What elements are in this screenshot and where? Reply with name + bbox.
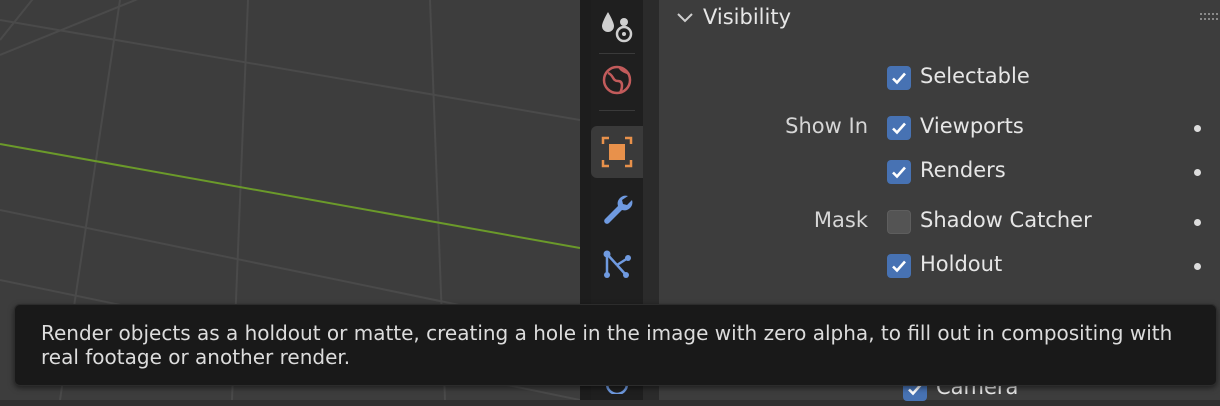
show-in-label: Show In bbox=[785, 114, 868, 138]
mask-label: Mask bbox=[813, 208, 868, 232]
tab-particle-system[interactable] bbox=[591, 238, 643, 290]
world-icon bbox=[602, 65, 632, 95]
object-icon bbox=[601, 136, 633, 168]
shadow-catcher-checkbox[interactable] bbox=[887, 210, 911, 234]
checkmark-icon bbox=[892, 260, 906, 273]
tooltip-text: Render objects as a holdout or matte, cr… bbox=[41, 321, 1173, 369]
particle-system-icon bbox=[603, 250, 631, 278]
tab-particles[interactable] bbox=[591, 0, 643, 52]
selectable-checkbox[interactable] bbox=[887, 66, 911, 90]
renders-checkbox[interactable] bbox=[887, 160, 911, 184]
visibility-panel-header[interactable]: Visibility bbox=[659, 0, 1220, 38]
keyframe-dot-icon[interactable] bbox=[1194, 219, 1201, 226]
holdout-tooltip: Render objects as a holdout or matte, cr… bbox=[14, 304, 1217, 386]
holdout-label[interactable]: Holdout bbox=[920, 252, 1002, 276]
show-in-viewports-row: Show In Viewports bbox=[659, 111, 1220, 145]
modifier-wrench-icon bbox=[604, 195, 633, 224]
shadow-catcher-label[interactable]: Shadow Catcher bbox=[920, 208, 1092, 232]
panel-title: Visibility bbox=[703, 5, 792, 29]
checkmark-icon bbox=[892, 166, 906, 179]
chevron-down-icon[interactable] bbox=[675, 10, 695, 26]
tab-object[interactable] bbox=[591, 126, 643, 178]
mask-shadow-catcher-row: Mask Shadow Catcher bbox=[659, 205, 1220, 239]
checkmark-icon bbox=[892, 122, 906, 135]
tab-world[interactable] bbox=[591, 54, 643, 106]
show-in-renders-row: Renders bbox=[659, 155, 1220, 189]
keyframe-dot-icon[interactable] bbox=[1194, 125, 1201, 132]
keyframe-dot-icon[interactable] bbox=[1194, 263, 1201, 270]
tab-modifiers[interactable] bbox=[591, 182, 643, 234]
particles-icon bbox=[602, 12, 633, 43]
viewports-label[interactable]: Viewports bbox=[920, 114, 1024, 138]
selectable-row: Selectable bbox=[659, 61, 1220, 95]
keyframe-dot-icon[interactable] bbox=[1194, 169, 1201, 176]
holdout-checkbox[interactable] bbox=[887, 254, 911, 278]
x-axis-line bbox=[0, 143, 580, 249]
mask-holdout-row: Holdout bbox=[659, 249, 1220, 283]
drag-handle-icon[interactable] bbox=[1200, 12, 1218, 22]
checkmark-icon bbox=[892, 72, 906, 85]
viewports-checkbox[interactable] bbox=[887, 116, 911, 140]
selectable-label[interactable]: Selectable bbox=[920, 64, 1030, 88]
renders-label[interactable]: Renders bbox=[920, 158, 1006, 182]
tab-separator bbox=[599, 110, 635, 111]
